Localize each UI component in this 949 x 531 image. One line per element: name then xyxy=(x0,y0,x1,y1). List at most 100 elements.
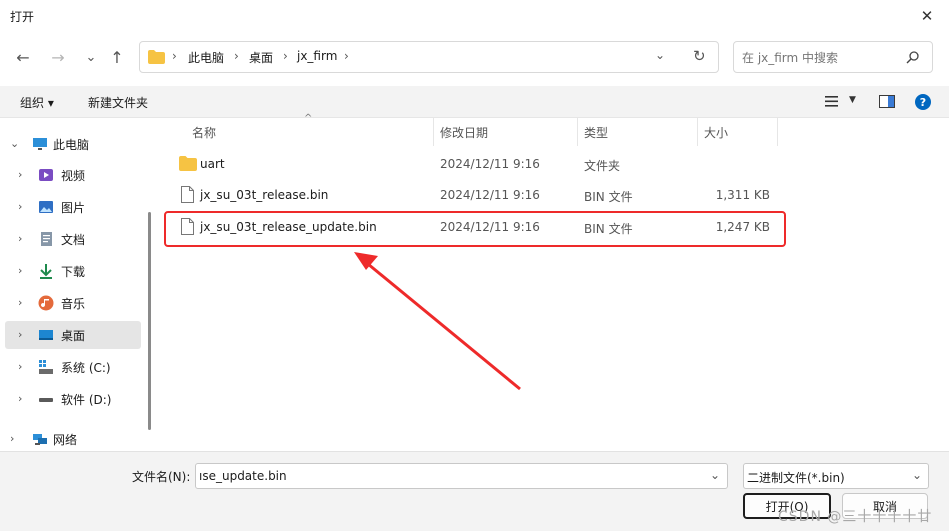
breadcrumb-desktop[interactable]: 桌面 xyxy=(249,49,273,66)
sidebar-item-documents[interactable]: › 文档 xyxy=(0,225,142,253)
document-icon xyxy=(41,232,52,246)
arrow-right-icon: → xyxy=(51,47,65,67)
file-modified: 2024/12/11 9:16 xyxy=(440,157,540,171)
sidebar-item-label: 软件 (D:) xyxy=(61,393,112,407)
expand-chevron-icon[interactable]: › xyxy=(18,168,22,181)
file-row-release-bin[interactable]: jx_su_03t_release.bin 2024/12/11 9:16 BI… xyxy=(165,182,785,210)
sidebar-item-label: 网络 xyxy=(53,433,78,447)
column-divider[interactable] xyxy=(697,118,698,146)
highlight-box-annotation xyxy=(164,211,786,247)
column-divider[interactable] xyxy=(777,118,778,146)
expand-chevron-icon[interactable]: › xyxy=(18,328,22,341)
help-icon: ? xyxy=(919,95,927,109)
column-header-name[interactable]: 名称 xyxy=(192,124,216,144)
sidebar-item-label: 图片 xyxy=(61,201,86,215)
expand-chevron-icon[interactable]: › xyxy=(18,360,22,373)
sidebar-item-label: 下载 xyxy=(61,265,86,279)
expand-chevron-icon[interactable]: ⌄ xyxy=(10,137,19,150)
file-size: 1,311 KB xyxy=(715,188,770,202)
column-header-size[interactable]: 大小 xyxy=(704,124,728,144)
breadcrumb-separator: › xyxy=(283,49,288,63)
sidebar-item-label: 视频 xyxy=(61,169,86,183)
folder-icon xyxy=(148,50,165,64)
expand-chevron-icon[interactable]: › xyxy=(18,264,22,277)
breadcrumb-separator: › xyxy=(172,49,177,63)
command-bar: 组织 ▾ 新建文件夹 ▼ ? xyxy=(0,86,949,118)
window-title: 打开 xyxy=(10,10,35,24)
sidebar-item-desktop[interactable]: › 桌面 xyxy=(5,321,141,349)
sidebar-item-network[interactable]: › 网络 xyxy=(0,425,142,453)
filename-input[interactable]: ıse_update.bin ⌄ xyxy=(195,463,728,489)
refresh-icon[interactable]: ↻ xyxy=(693,47,706,65)
sidebar-item-downloads[interactable]: › 下载 xyxy=(0,257,142,285)
sidebar-item-music[interactable]: › 音乐 xyxy=(0,289,142,317)
view-list-icon[interactable] xyxy=(825,96,838,107)
column-header-modified[interactable]: 修改日期 xyxy=(440,124,488,144)
filename-dropdown-icon[interactable]: ⌄ xyxy=(710,468,720,482)
sidebar-item-this-pc[interactable]: ⌄ 此电脑 xyxy=(0,130,142,158)
breadcrumb-separator: › xyxy=(234,49,239,63)
sidebar-item-label: 桌面 xyxy=(61,329,86,343)
help-button[interactable]: ? xyxy=(915,94,931,110)
music-icon xyxy=(38,295,54,311)
filename-value: ıse_update.bin xyxy=(199,469,287,483)
desktop-icon xyxy=(39,330,53,340)
watermark-text: CSDN @三十十十十廿 xyxy=(778,509,933,525)
breadcrumb-jx-firm[interactable]: jx_firm xyxy=(297,49,337,63)
sort-indicator-icon: ^ xyxy=(304,113,313,124)
sidebar-item-label: 系统 (C:) xyxy=(61,361,111,375)
chevron-down-icon: ⌄ xyxy=(85,49,97,65)
sidebar-item-label: 此电脑 xyxy=(53,138,90,152)
search-input[interactable] xyxy=(742,48,902,68)
filetype-select[interactable]: 二进制文件(*.bin) ⌄ xyxy=(743,463,929,489)
close-button[interactable]: ✕ xyxy=(905,0,949,32)
arrow-left-icon: ← xyxy=(16,47,30,67)
network-icon xyxy=(33,434,47,445)
arrow-up-icon: ↑ xyxy=(110,47,124,67)
sidebar-item-videos[interactable]: › 视频 xyxy=(0,161,142,189)
search-icon[interactable] xyxy=(906,51,919,64)
expand-chevron-icon[interactable]: › xyxy=(18,200,22,213)
file-icon xyxy=(181,186,194,203)
expand-chevron-icon[interactable]: › xyxy=(18,296,22,309)
expand-chevron-icon[interactable]: › xyxy=(18,232,22,245)
expand-chevron-icon[interactable]: › xyxy=(18,392,22,405)
file-type: 文件夹 xyxy=(584,159,621,173)
image-icon xyxy=(39,201,53,213)
back-button[interactable]: ← xyxy=(10,44,36,70)
sidebar-scrollbar[interactable] xyxy=(148,212,151,430)
preview-pane-icon[interactable] xyxy=(879,95,895,108)
sidebar-item-label: 文档 xyxy=(61,233,86,247)
expand-chevron-icon[interactable]: › xyxy=(10,432,14,445)
recent-locations-button[interactable]: ⌄ xyxy=(78,44,104,70)
column-divider[interactable] xyxy=(577,118,578,146)
forward-button[interactable]: → xyxy=(45,44,71,70)
sidebar-item-software-drive[interactable]: › 软件 (D:) xyxy=(0,385,142,413)
title-bar xyxy=(0,0,949,32)
file-modified: 2024/12/11 9:16 xyxy=(440,188,540,202)
sidebar-item-label: 音乐 xyxy=(61,297,86,311)
drive-icon xyxy=(39,398,53,402)
column-divider[interactable] xyxy=(433,118,434,146)
video-icon xyxy=(39,169,53,181)
sidebar-item-system-drive[interactable]: › 系统 (C:) xyxy=(0,353,142,381)
address-dropdown-icon[interactable]: ⌄ xyxy=(655,48,665,62)
file-type: BIN 文件 xyxy=(584,190,633,204)
chevron-down-icon: ⌄ xyxy=(912,468,923,482)
download-icon xyxy=(40,264,52,279)
new-folder-button[interactable]: 新建文件夹 xyxy=(88,94,148,111)
organize-button[interactable]: 组织 ▾ xyxy=(20,94,54,111)
monitor-icon xyxy=(33,138,47,150)
folder-icon xyxy=(179,156,197,171)
breadcrumb-this-pc[interactable]: 此电脑 xyxy=(188,49,224,66)
close-icon: ✕ xyxy=(920,7,934,25)
column-header-type[interactable]: 类型 xyxy=(584,124,608,144)
file-row-uart[interactable]: uart 2024/12/11 9:16 文件夹 xyxy=(165,151,785,179)
up-button[interactable]: ↑ xyxy=(104,44,130,70)
search-box[interactable] xyxy=(733,41,933,73)
sidebar-item-pictures[interactable]: › 图片 xyxy=(0,193,142,221)
view-options-chevron-icon[interactable]: ▼ xyxy=(849,95,856,105)
address-bar[interactable]: › 此电脑 › 桌面 › jx_firm › ⌄ ↻ xyxy=(139,41,719,73)
filename-label: 文件名(N): xyxy=(132,470,191,484)
system-drive-icon xyxy=(39,360,53,374)
